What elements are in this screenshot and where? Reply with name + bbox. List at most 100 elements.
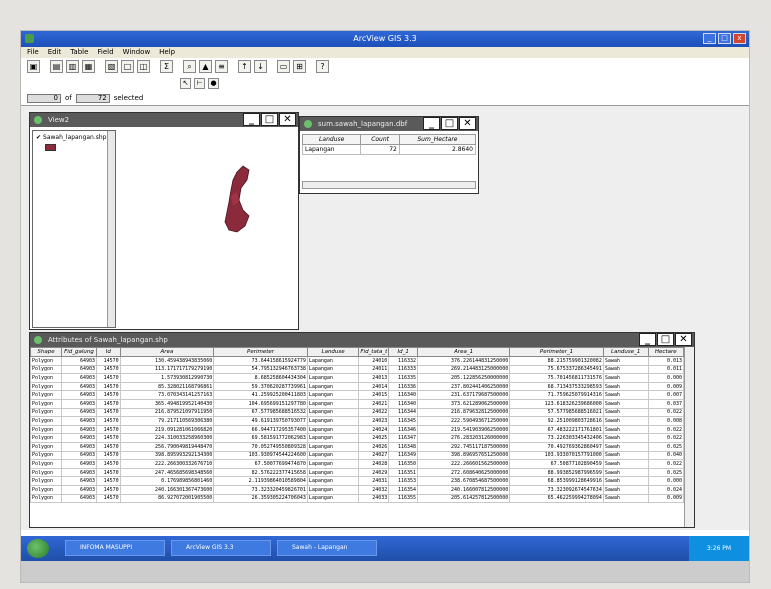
summary-table-window[interactable]: sum.sawah_lapangan.dbf _ □ ✕ Landuse Cou… xyxy=(299,116,479,194)
identify-tool-icon[interactable]: ● xyxy=(208,78,219,89)
column-header[interactable]: Area xyxy=(119,347,215,357)
summary-close-button[interactable]: ✕ xyxy=(459,117,476,130)
find-icon[interactable]: ⌕ xyxy=(183,60,196,73)
layer-checkbox-icon[interactable]: ✔ xyxy=(36,134,41,141)
view-close-button[interactable]: ✕ xyxy=(279,113,296,126)
select-all-icon[interactable]: ▧ xyxy=(105,60,118,73)
table-cell: 14570 xyxy=(96,416,121,426)
view-minimize-button[interactable]: _ xyxy=(243,113,260,126)
menu-file[interactable]: File xyxy=(27,47,39,58)
column-header[interactable]: Fid_galung xyxy=(60,347,98,357)
start-button[interactable] xyxy=(27,539,49,558)
column-header[interactable]: Hectare xyxy=(647,347,684,357)
view-titlebar[interactable]: View2 _ □ ✕ xyxy=(30,113,298,127)
help-icon[interactable]: ? xyxy=(316,60,329,73)
table-row[interactable]: Polygon 64903 14570 130.459438943835060 73.6… xyxy=(30,356,684,366)
photo-background: ArcView GIS 3.3 _ □ x File Edit Table Fi… xyxy=(0,0,771,589)
column-header[interactable]: Landuse_1 xyxy=(602,347,649,357)
table-row[interactable]: Lapangan 72 2.8640 xyxy=(301,144,477,155)
edit-field-icon[interactable]: ⊞ xyxy=(293,60,306,73)
menu-field[interactable]: Field xyxy=(97,47,113,58)
attributes-table-window[interactable]: Attributes of Sawah_lapangan.shp _ □ ✕ S… xyxy=(29,332,695,528)
table-cell: 14570 xyxy=(96,398,121,409)
table-row[interactable]: Polygon 64903 14570 216.879521097911950 67.5… xyxy=(30,407,684,418)
chart-icon[interactable]: ▥ xyxy=(66,60,79,73)
taskbar-item[interactable]: ArcView GIS 3.3 xyxy=(171,540,271,556)
table-row[interactable]: Polygon 64903 14570 398.895993292134300 103.… xyxy=(30,450,684,461)
toc-scrollbar[interactable] xyxy=(107,131,115,327)
summary-maximize-button[interactable]: □ xyxy=(441,117,458,130)
column-header[interactable]: Landuse xyxy=(301,134,362,145)
table-row[interactable]: Polygon 64903 14570 85.328021168796861 59.37… xyxy=(30,381,684,392)
column-header[interactable]: Sum_Hectare xyxy=(398,134,477,145)
table-row[interactable]: Polygon 64903 14570 79.217110569306380 49.61… xyxy=(30,416,684,426)
promote-icon[interactable]: ≡ xyxy=(215,60,228,73)
calculate-icon[interactable]: ▭ xyxy=(277,60,290,73)
table-row[interactable]: Polygon 64903 14570 247.465685698348560 82.5… xyxy=(30,467,684,478)
summary-minimize-button[interactable]: _ xyxy=(423,117,440,130)
table-row[interactable]: Polygon 64903 14570 73.070343141257163 41.25… xyxy=(30,390,684,400)
taskbar-item[interactable]: Sawah - Lapangan xyxy=(277,540,377,556)
menu-help[interactable]: Help xyxy=(159,47,175,58)
summary-titlebar[interactable]: sum.sawah_lapangan.dbf _ □ ✕ xyxy=(300,117,478,131)
map-canvas[interactable] xyxy=(119,130,296,328)
sort-descending-icon[interactable]: ↓ xyxy=(254,60,267,73)
attributes-maximize-button[interactable]: □ xyxy=(657,333,674,346)
layer-entry[interactable]: ✔ Sawah_lapangan.shp xyxy=(36,134,106,141)
edit-tool-icon[interactable]: ⊢ xyxy=(194,78,205,89)
attributes-scrollbar[interactable] xyxy=(684,347,694,527)
switch-selection-icon[interactable]: ◫ xyxy=(137,60,150,73)
table-properties-icon[interactable]: ▤ xyxy=(50,60,63,73)
query-icon[interactable]: ▲ xyxy=(199,60,212,73)
table-cell: Sawah xyxy=(602,398,649,409)
table-row[interactable]: Polygon 64903 14570 224.310033258960300 69.5… xyxy=(30,433,684,443)
table-cell: 75.701456811731576 xyxy=(509,373,604,383)
attributes-titlebar[interactable]: Attributes of Sawah_lapangan.shp _ □ ✕ xyxy=(30,333,694,347)
table-cell: 276.283203126000000 xyxy=(417,433,511,443)
column-header[interactable]: Id xyxy=(96,347,121,357)
column-header[interactable]: Shape xyxy=(30,347,62,357)
menu-edit[interactable]: Edit xyxy=(48,47,62,58)
column-header[interactable]: Landuse xyxy=(306,347,360,357)
table-row[interactable]: Polygon 64903 14570 0.176989856801460 2.1193… xyxy=(30,476,684,486)
taskbar-item[interactable]: INFOMA MASUPPI xyxy=(65,540,165,556)
summary-scrollbar[interactable] xyxy=(302,181,476,189)
table-row[interactable]: Polygon 64903 14570 86.927072001905500 26.35… xyxy=(30,493,684,504)
attributes-minimize-button[interactable]: _ xyxy=(639,333,656,346)
table-row[interactable]: Polygon 64903 14570 365.494819952140430 104.… xyxy=(30,398,684,409)
select-none-icon[interactable]: □ xyxy=(121,60,134,73)
table-row[interactable]: Polygon 64903 14570 219.091281061066820 66.9… xyxy=(30,424,684,435)
column-header[interactable]: Area_1 xyxy=(417,347,511,357)
sort-ascending-icon[interactable]: ↑ xyxy=(238,60,251,73)
pointer-tool-icon[interactable]: ↖ xyxy=(180,78,191,89)
column-header[interactable]: Perimeter xyxy=(213,347,308,357)
table-row[interactable]: Polygon 64903 14570 222.266300332676710 67.5… xyxy=(30,459,684,469)
table-cell: 49.619139750793077 xyxy=(213,416,308,426)
column-header[interactable]: Perimeter_1 xyxy=(509,347,604,357)
save-project-icon[interactable]: ▣ xyxy=(27,60,40,73)
table-cell: 0.007 xyxy=(647,390,684,400)
table-of-contents[interactable]: ✔ Sawah_lapangan.shp xyxy=(32,130,116,328)
table-cell: 222.266300332676710 xyxy=(119,459,215,469)
table-row[interactable]: Polygon 64903 14570 113.171717179279190 54.7… xyxy=(30,364,684,375)
summarize-icon[interactable]: Σ xyxy=(160,60,173,73)
minimize-button[interactable]: _ xyxy=(703,33,716,44)
column-header[interactable]: Id_1 xyxy=(388,347,419,357)
column-header[interactable]: Count xyxy=(360,134,400,145)
menu-bar: File Edit Table Field Window Help xyxy=(21,47,749,58)
column-header[interactable]: Fid_tata_t xyxy=(358,347,390,357)
menu-table[interactable]: Table xyxy=(70,47,88,58)
table-row[interactable]: Polygon 64903 14570 256.790049819448470 70.0… xyxy=(30,441,684,452)
menu-window[interactable]: Window xyxy=(123,47,151,58)
table-cell: Lapangan xyxy=(306,416,360,426)
table-cell: 231.637179687500000 xyxy=(417,390,511,400)
layout-icon[interactable]: ▦ xyxy=(82,60,95,73)
table-row[interactable]: Polygon 64903 14570 1.573930812990730 8.6852… xyxy=(30,373,684,383)
table-cell: 64903 xyxy=(60,433,98,443)
table-row[interactable]: Polygon 64903 14570 240.166301367473600 73.3… xyxy=(30,484,684,495)
close-button[interactable]: x xyxy=(733,33,746,44)
view-window[interactable]: View2 _ □ ✕ ✔ Sawah_lapangan.shp xyxy=(29,112,299,330)
maximize-button[interactable]: □ xyxy=(718,33,731,44)
attributes-close-button[interactable]: ✕ xyxy=(675,333,692,346)
view-maximize-button[interactable]: □ xyxy=(261,113,278,126)
